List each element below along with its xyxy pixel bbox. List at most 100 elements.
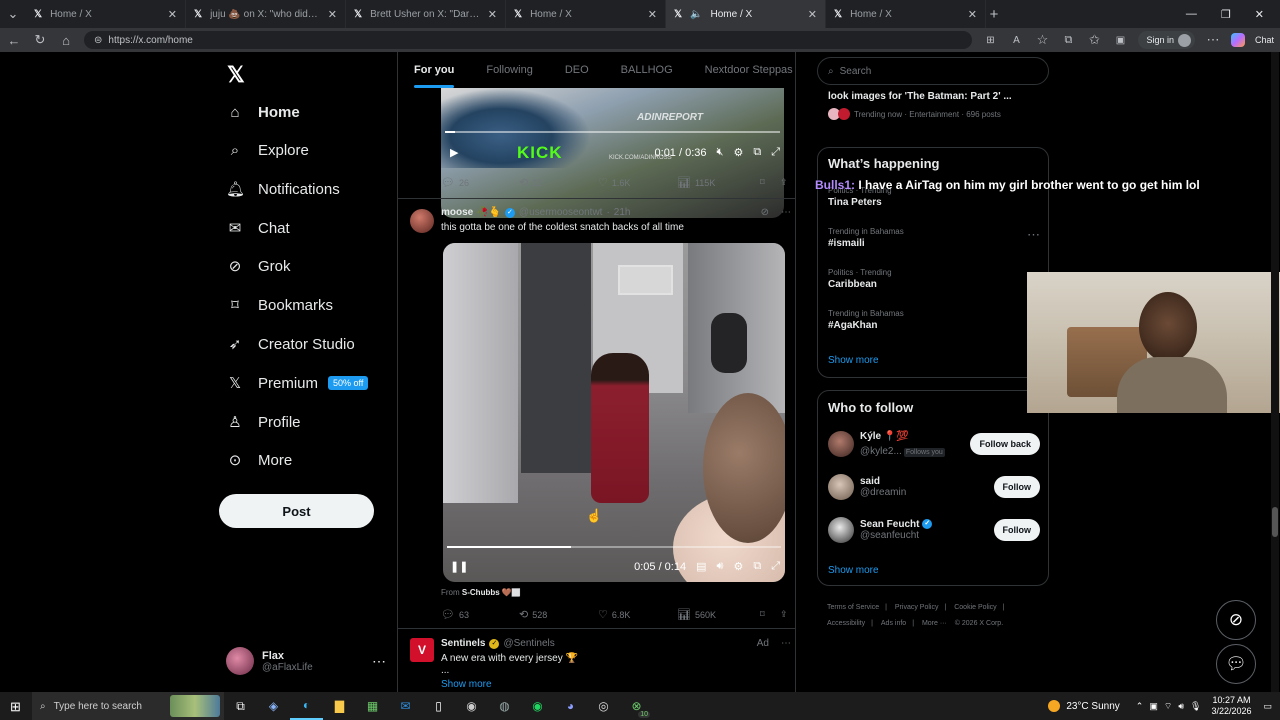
fullscreen-icon[interactable]: ⤢ xyxy=(771,146,780,159)
extensions-icon[interactable]: ⧉ xyxy=(1060,34,1076,47)
captions-icon[interactable]: ▤ xyxy=(696,560,706,573)
post2-video[interactable] xyxy=(443,243,785,582)
nav-creator-studio[interactable]: ➶ Creator Studio xyxy=(226,331,355,357)
bookmark-icon[interactable]: ⌑ xyxy=(760,177,780,188)
github-icon[interactable]: ◎ xyxy=(587,692,620,720)
nav-bookmarks[interactable]: ⌑ Bookmarks xyxy=(226,292,333,318)
reload-icon[interactable]: ↻ xyxy=(32,32,48,48)
post-more-icon[interactable]: ⋯ xyxy=(781,638,791,649)
footer-link[interactable]: Ads info xyxy=(881,620,906,627)
share-icon[interactable]: ⇪ xyxy=(780,177,788,188)
nav-profile[interactable]: ♙ Profile xyxy=(226,409,300,435)
close-tab-icon[interactable]: ✕ xyxy=(808,8,817,21)
new-tab-plus-icon[interactable]: + xyxy=(986,6,1002,23)
pip-icon[interactable]: ⧉ xyxy=(753,560,761,573)
footer-link[interactable]: More ··· xyxy=(922,620,947,627)
browser-tab[interactable]: 𝕏Brett Usher on X: "Darius Garland✕ xyxy=(346,0,506,28)
settings-gear-icon[interactable]: ⚙ xyxy=(733,146,743,159)
follow-suggestion[interactable]: Sean Feucht ✓ @seanfeucht Follow xyxy=(828,517,1040,543)
spotify-icon[interactable]: ◉ xyxy=(521,692,554,720)
more-menu-icon[interactable]: ⋯ xyxy=(1205,32,1221,48)
search-input[interactable]: ⌕ Search xyxy=(817,57,1049,85)
discord-icon[interactable]: ◕ xyxy=(554,692,587,720)
play-icon[interactable]: ▶ xyxy=(450,146,458,159)
trend-more-icon[interactable]: ⋯ xyxy=(1027,227,1040,243)
tab-list-chevron-icon[interactable]: ⌄ xyxy=(0,6,26,22)
chat-label[interactable]: Chat xyxy=(1255,35,1274,45)
post-more-icon[interactable]: ⋯ xyxy=(781,207,791,218)
close-tab-icon[interactable]: ✕ xyxy=(168,8,177,21)
tab-ballhog[interactable]: BALLHOG xyxy=(605,52,689,88)
clock[interactable]: 10:27 AM 3/22/2026 xyxy=(1211,695,1251,717)
browser-tab[interactable]: 𝕏 Home / X ✕ xyxy=(826,0,986,28)
copilot-icon[interactable] xyxy=(1230,33,1245,47)
post-button[interactable]: Post xyxy=(219,494,374,528)
post2-avatar[interactable] xyxy=(410,209,434,233)
close-window-icon[interactable]: ✕ xyxy=(1255,8,1264,21)
pip-icon[interactable]: ⧉ xyxy=(753,146,761,159)
site-info-icon[interactable]: ⊜ xyxy=(94,35,102,46)
edge-browser-icon[interactable]: ◐ xyxy=(290,692,323,720)
trend-item[interactable]: Trending in Bahamas #ismaili ⋯ xyxy=(828,227,1040,249)
back-arrow-icon[interactable]: ← xyxy=(6,33,22,48)
nav-grok[interactable]: ⊘ Grok xyxy=(226,253,291,279)
settings-gear-icon[interactable]: ⚙ xyxy=(733,560,743,573)
tab-deo[interactable]: DEO xyxy=(549,52,605,88)
task-view-icon[interactable]: ⧉ xyxy=(224,692,257,720)
obs-icon[interactable]: ◉ xyxy=(455,692,488,720)
follow-back-button[interactable]: Follow back xyxy=(970,433,1040,455)
video-progress-track[interactable] xyxy=(445,131,780,133)
nav-premium[interactable]: 𝕏 Premium 50% off xyxy=(226,370,369,396)
grok-explain-icon[interactable]: ⊘ xyxy=(761,207,769,218)
browser-tab[interactable]: 𝕏 Home / X ✕ xyxy=(26,0,186,28)
browser-tab[interactable]: 𝕏juju 💩 on X: "who did this 😭😭✕ xyxy=(186,0,346,28)
media-player-icon[interactable]: ◍ xyxy=(488,692,521,720)
reply-button[interactable]: 💬︎ 26 xyxy=(441,176,519,189)
taskbar-search-input[interactable]: ⌕ Type here to search xyxy=(32,692,224,720)
footer-link[interactable]: Accessibility xyxy=(827,620,865,627)
network-icon[interactable]: ▣ xyxy=(1149,701,1158,712)
post3-avatar[interactable]: V xyxy=(410,638,434,662)
windows-start-icon[interactable]: ⊞ xyxy=(10,699,21,715)
footer-link[interactable]: Privacy Policy xyxy=(895,604,939,611)
like-button[interactable]: ♡ 6.8K xyxy=(598,608,677,621)
favorites-icon[interactable]: ✩ xyxy=(1086,32,1102,48)
volume-icon[interactable]: 🔊︎ xyxy=(1178,701,1184,712)
volume-icon[interactable]: 🔊︎ xyxy=(717,560,724,573)
copilot-taskbar-icon[interactable]: ◈ xyxy=(257,692,290,720)
url-input[interactable]: ⊜ https://x.com/home xyxy=(84,31,973,49)
tab-following[interactable]: Following xyxy=(470,52,548,88)
maximize-icon[interactable]: ❐ xyxy=(1221,8,1231,21)
minimize-icon[interactable]: — xyxy=(1186,8,1197,21)
repost-button[interactable]: ⟲ 528 xyxy=(519,608,598,621)
follow-suggestion[interactable]: said @dreamin Follow xyxy=(828,474,1040,500)
close-tab-icon[interactable]: ✕ xyxy=(968,8,977,21)
follow-button[interactable]: Follow xyxy=(993,476,1040,498)
browser-tab-active[interactable]: 𝕏 🔈 Home / X ✕ xyxy=(666,0,826,28)
home-browser-icon[interactable]: ⌂ xyxy=(58,33,74,48)
like-button[interactable]: ♡ 1.6K xyxy=(598,176,677,189)
read-aloud-icon[interactable]: A xyxy=(1008,35,1024,46)
share-icon[interactable]: ⇪ xyxy=(780,609,788,620)
collections-icon[interactable]: ▣ xyxy=(1112,35,1128,46)
nav-home[interactable]: ⌂ Home xyxy=(226,99,299,125)
outlook-icon[interactable]: ✉ xyxy=(389,692,422,720)
mute-icon[interactable]: 🔇︎ xyxy=(717,146,724,159)
nav-chat[interactable]: ✉ Chat xyxy=(226,215,290,241)
pause-icon[interactable]: ❚❚ xyxy=(450,560,468,573)
close-tab-icon[interactable]: ✕ xyxy=(328,8,337,21)
nav-notifications[interactable]: 🔔︎ Notifications xyxy=(226,176,340,202)
browser-tab[interactable]: 𝕏 Home / X ✕ xyxy=(506,0,666,28)
notifications-icon[interactable]: ▭ xyxy=(1263,701,1272,712)
notepad-icon[interactable]: ▯ xyxy=(422,692,455,720)
show-more-link[interactable]: Show more xyxy=(828,355,879,366)
views-button[interactable]: 📊︎ 115K xyxy=(677,176,760,189)
scrollbar-thumb[interactable] xyxy=(1272,507,1278,537)
grok-fab-button[interactable]: ⊘ xyxy=(1216,600,1256,640)
close-tab-icon[interactable]: ✕ xyxy=(488,8,497,21)
follow-suggestion[interactable]: Kýle 📍💯 @kyle2... Follows you Follow back xyxy=(828,431,1040,457)
author-name[interactable]: moose 🥀🫰 xyxy=(441,207,501,218)
calculator-icon[interactable]: ▦ xyxy=(356,692,389,720)
page-scrollbar[interactable] xyxy=(1271,52,1279,692)
microphone-icon[interactable]: 🎙︎ xyxy=(1190,701,1201,712)
